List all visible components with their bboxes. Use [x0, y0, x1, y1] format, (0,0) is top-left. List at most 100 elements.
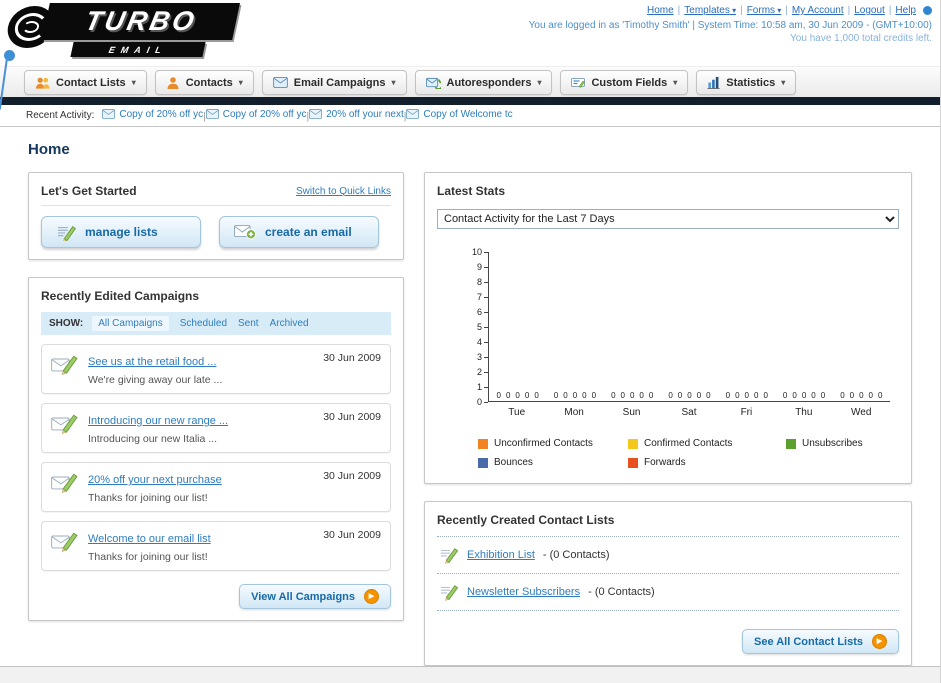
y-axis-tick-label: 4 [476, 337, 482, 347]
envelope-icon [102, 109, 116, 120]
activity-item[interactable]: 20% off your next [309, 109, 404, 120]
campaign-date: 30 Jun 2009 [323, 529, 381, 541]
left-column: Let's Get Started Switch to Quick Links … [28, 172, 404, 621]
campaign-title-link[interactable]: Introducing our new range ... [88, 415, 228, 427]
contact-list-name-link[interactable]: Newsletter Subscribers [467, 586, 580, 598]
campaign-tabs: All Campaigns Scheduled Sent Archived [92, 316, 309, 331]
contact-lists-actions: See All Contact Lists ▶ [437, 629, 899, 654]
y-axis-tick-label: 8 [476, 277, 482, 287]
top-nav-link-forms[interactable]: Forms ▾ [747, 5, 782, 16]
logo-subtitle-text: EMAIL [107, 44, 169, 55]
campaign-tab-scheduled[interactable]: Scheduled [180, 318, 227, 329]
get-started-button-manage-lists[interactable]: manage lists [41, 216, 201, 248]
legend-swatch [628, 438, 638, 449]
chart-value-label: 0 [534, 391, 539, 400]
chart-value-label: 0 [878, 391, 883, 400]
nav-tab-email-campaigns[interactable]: Email Campaigns ▾ [261, 70, 407, 95]
y-axis-tick-label: 2 [476, 367, 482, 377]
switch-quick-links-link[interactable]: Switch to Quick Links [296, 186, 391, 197]
nav-tab-statistics[interactable]: Statistics ▾ [696, 70, 797, 95]
logo-title-text: TURBO [82, 6, 200, 36]
contact-list-item[interactable]: Newsletter Subscribers - (0 Contacts) [437, 574, 899, 611]
contact-list-item[interactable]: Exhibition List - (0 Contacts) [437, 537, 899, 574]
chart-value-group: 00000 [489, 391, 546, 401]
chart-value-label: 0 [763, 391, 768, 400]
legend-label: Confirmed Contacts [644, 438, 733, 449]
chart-value-label: 0 [725, 391, 731, 400]
campaign-date: 30 Jun 2009 [323, 411, 381, 423]
campaign-date: 30 Jun 2009 [323, 352, 381, 364]
top-nav-link-my-account[interactable]: My Account [792, 5, 844, 16]
activity-item[interactable]: Copy of 20% off yc [102, 109, 203, 120]
campaign-tab-archived[interactable]: Archived [270, 318, 309, 329]
nav-tab-autoresponders[interactable]: Autoresponders ▾ [414, 70, 553, 95]
nav-tab-label: Contacts [185, 76, 233, 89]
activity-item[interactable]: Copy of Welcome tc [406, 109, 513, 120]
main-content: Home Let's Get Started Switch to Quick L… [0, 127, 940, 666]
chart-value-group: 00000 [775, 391, 832, 401]
campaign-list-item[interactable]: Welcome to our email list Thanks for join… [41, 521, 391, 571]
chart-value-label: 0 [582, 391, 587, 400]
x-axis-tick-label: Wed [851, 407, 872, 418]
recent-activity-label: Recent Activity: [26, 110, 95, 121]
campaign-list-item[interactable]: Introducing our new range ... Introducing… [41, 403, 391, 453]
chart-value-label: 0 [572, 391, 578, 400]
contact-list-name-link[interactable]: Exhibition List [467, 549, 535, 561]
login-info: You are logged in as 'Timothy Smith' | S… [528, 20, 932, 31]
x-axis-tick-label: Thu [795, 407, 813, 418]
legend-label: Forwards [644, 457, 686, 468]
y-axis-tick-label: 10 [471, 247, 482, 257]
chevron-down-icon: ▾ [391, 78, 396, 87]
contact-lists-panel: Recently Created Contact Lists Exhibitio… [424, 501, 912, 666]
nav-tab-contacts[interactable]: Contacts ▾ [154, 70, 254, 95]
get-started-buttons: manage lists create an email [41, 216, 391, 248]
chart-value-label: 0 [591, 391, 597, 400]
stats-period-select[interactable]: Contact Activity for the Last 7 Days [437, 209, 899, 229]
top-nav-link-home[interactable]: Home [647, 5, 674, 16]
contact-lists-title: Recently Created Contact Lists [437, 513, 615, 527]
campaign-title-link[interactable]: See us at the retail food ... [88, 356, 216, 368]
nav-separator: | [740, 5, 743, 16]
top-nav-link-logout[interactable]: Logout [854, 5, 885, 16]
legend-item: Unconfirmed Contacts [478, 438, 628, 449]
campaign-tab-sent[interactable]: Sent [238, 318, 259, 329]
campaign-title-link[interactable]: 20% off your next purchase [88, 474, 222, 486]
top-nav: Home | Templates ▾ | Forms ▾ | My Account | Logo… [529, 5, 932, 16]
activity-item[interactable]: Copy of 20% off yc [205, 109, 306, 120]
chart-value-group: 00000 [718, 391, 775, 401]
credits-info: You have 1,000 total credits left. [790, 33, 932, 44]
chart-value-label: 0 [515, 391, 520, 400]
chart-value-label: 0 [753, 391, 759, 400]
campaign-list-item[interactable]: See us at the retail food ... We're givin… [41, 344, 391, 394]
chart-plot-row: 0 1 2 3 4 5 6 7 8 9 10 000000000000000000000000000… [462, 245, 899, 407]
see-all-contact-lists-button[interactable]: See All Contact Lists ▶ [741, 629, 899, 654]
top-nav-link-help[interactable]: Help [895, 5, 916, 16]
view-all-campaigns-button[interactable]: View All Campaigns ▶ [239, 584, 391, 609]
nav-tab-custom-fields[interactable]: Custom Fields ▾ [560, 70, 689, 95]
y-axis-tick-label: 7 [476, 292, 482, 302]
get-started-button-create-an-email[interactable]: create an email [219, 216, 379, 248]
campaign-title-link[interactable]: Welcome to our email list [88, 533, 211, 545]
chart-value-label: 0 [859, 391, 864, 400]
activity-items: Copy of 20% off yc | Copy of 20% off yc | 20… [102, 109, 513, 122]
campaign-list-item[interactable]: 20% off your next purchase Thanks for joi… [41, 462, 391, 512]
contact-list-count: - (0 Contacts) [588, 586, 655, 598]
envelope-plus-icon [234, 224, 256, 240]
chart-value-label: 0 [648, 391, 654, 400]
campaign-text: See us at the retail food ... We're givin… [88, 352, 314, 386]
envelope-pencil-icon [51, 471, 79, 494]
chart-value-label: 0 [811, 391, 816, 400]
chart-value-label: 0 [629, 391, 635, 400]
x-axis-tick-label: Fri [740, 407, 753, 418]
button-label: create an email [265, 225, 352, 239]
campaign-date: 30 Jun 2009 [323, 470, 381, 482]
nav-tab-contact-lists[interactable]: Contact Lists ▾ [24, 70, 147, 95]
legend-item: Confirmed Contacts [628, 438, 786, 449]
campaign-tab-all-campaigns[interactable]: All Campaigns [92, 316, 169, 331]
pencil-lines-icon [439, 546, 459, 564]
legend-item: Unsubscribes [786, 438, 899, 449]
notification-dot-icon [923, 5, 932, 15]
campaign-text: Introducing our new range ... Introducing… [88, 411, 314, 445]
legend-label: Unsubscribes [802, 438, 863, 449]
top-nav-link-templates[interactable]: Templates ▾ [684, 5, 736, 16]
